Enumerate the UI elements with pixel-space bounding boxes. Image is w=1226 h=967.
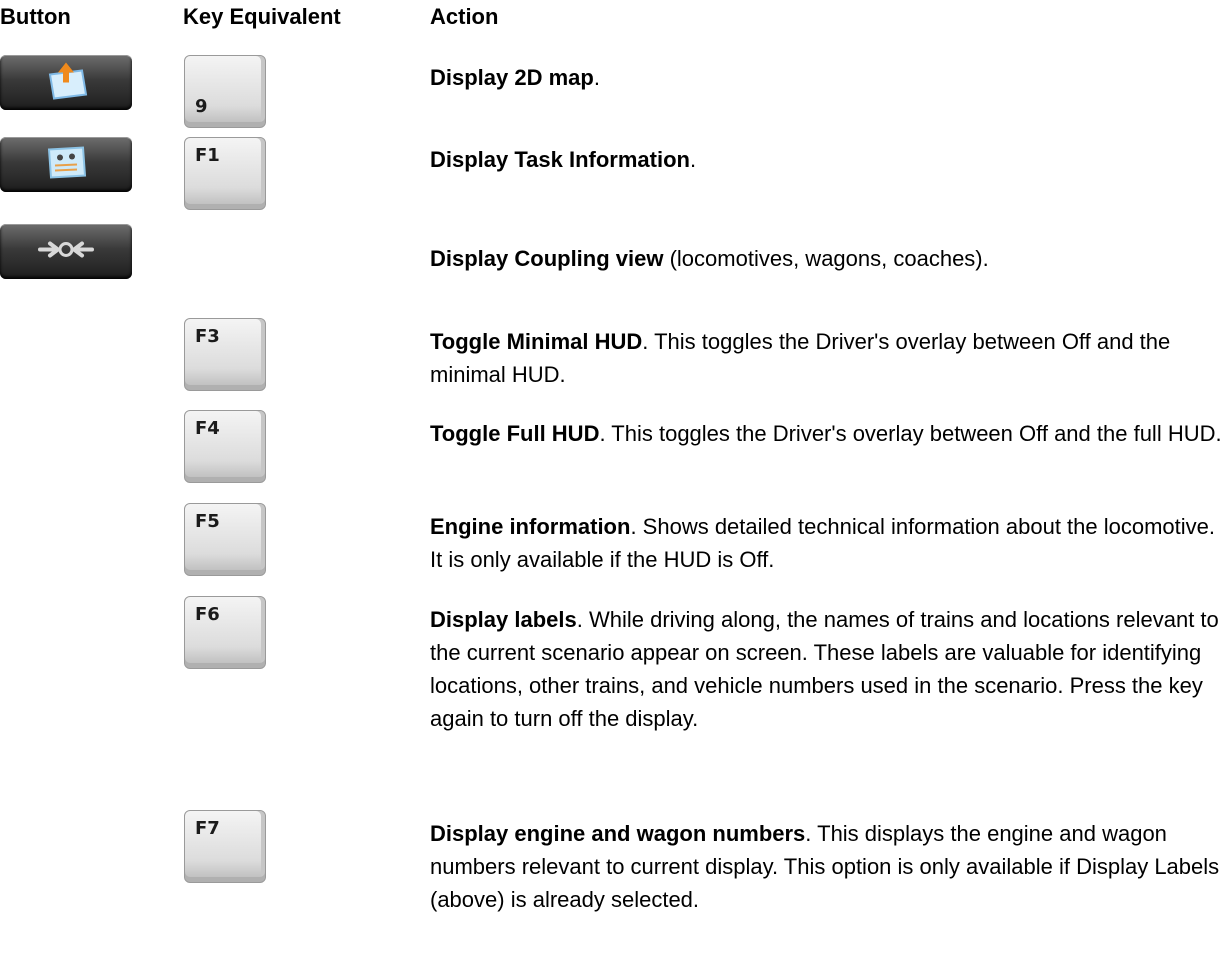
action-title: Toggle Minimal HUD bbox=[430, 329, 643, 354]
action-title: Toggle Full HUD bbox=[430, 421, 600, 446]
coupling-button[interactable] bbox=[0, 224, 132, 279]
key-label: 9 bbox=[195, 96, 208, 117]
map-icon bbox=[42, 60, 90, 105]
key-f7: F7 bbox=[184, 810, 266, 883]
action-text: Toggle Full HUD. This toggles the Driver… bbox=[430, 417, 1222, 450]
task-info-button[interactable] bbox=[0, 137, 132, 192]
key-f4: F4 bbox=[184, 410, 266, 483]
coupling-icon bbox=[36, 236, 96, 267]
action-text: Display labels. While driving along, the… bbox=[430, 603, 1222, 735]
key-label: F7 bbox=[195, 818, 220, 839]
task-info-icon bbox=[43, 143, 89, 186]
header-button: Button bbox=[0, 4, 71, 29]
key-f5: F5 bbox=[184, 503, 266, 576]
key-label: F4 bbox=[195, 418, 220, 439]
map-button[interactable] bbox=[0, 55, 132, 110]
key-label: F5 bbox=[195, 511, 220, 532]
action-text: Display engine and wagon numbers. This d… bbox=[430, 817, 1222, 916]
action-text: Display Coupling view (locomotives, wago… bbox=[430, 242, 1222, 275]
key-f6: F6 bbox=[184, 596, 266, 669]
key-label: F3 bbox=[195, 326, 220, 347]
header-action: Action bbox=[430, 4, 499, 29]
action-title: Display labels bbox=[430, 607, 577, 632]
key-label: F1 bbox=[195, 145, 220, 166]
action-title: Display Coupling view bbox=[430, 246, 664, 271]
action-description: . bbox=[593, 65, 600, 90]
action-description: . This toggles the Driver's overlay betw… bbox=[599, 421, 1222, 446]
header-key-equivalent: Key Equivalent bbox=[183, 4, 341, 29]
action-title: Display 2D map bbox=[430, 65, 594, 90]
action-title: Display engine and wagon numbers bbox=[430, 821, 806, 846]
action-text: Display 2D map. bbox=[430, 61, 1222, 94]
action-title: Engine information bbox=[430, 514, 631, 539]
action-text: Display Task Information. bbox=[430, 143, 1222, 176]
key-f3: F3 bbox=[184, 318, 266, 391]
action-text: Engine information. Shows detailed techn… bbox=[430, 510, 1222, 576]
key-9: 9 bbox=[184, 55, 266, 128]
key-label: F6 bbox=[195, 604, 220, 625]
key-f1: F1 bbox=[184, 137, 266, 210]
action-title: Display Task Information bbox=[430, 147, 690, 172]
action-description: . bbox=[689, 147, 697, 172]
action-description: (locomotives, wagons, coaches). bbox=[663, 246, 989, 271]
action-text: Toggle Minimal HUD. This toggles the Dri… bbox=[430, 325, 1222, 391]
